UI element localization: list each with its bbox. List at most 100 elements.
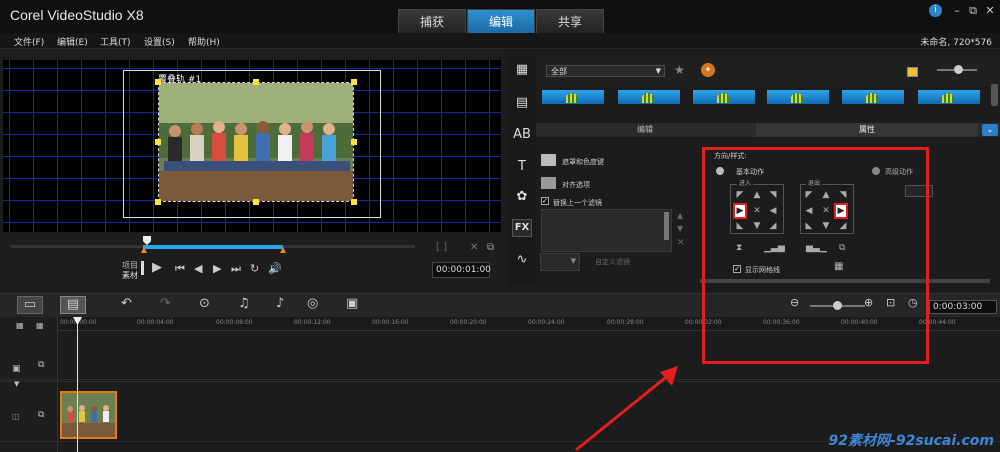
sticker-icon[interactable]: ✦ [701,63,715,77]
people-photo-image [159,83,353,201]
resize-handle[interactable] [253,199,259,205]
favorite-star-icon[interactable]: ★ [674,63,685,77]
title-icon[interactable]: T [512,159,532,177]
library-scrollbar[interactable] [991,84,998,106]
timeline-timecode[interactable]: 0:00:03:00 [929,300,997,314]
volume-icon[interactable]: 🔊 [268,262,282,275]
menu-tools[interactable]: 工具(T) [100,35,131,48]
resize-handle[interactable] [351,79,357,85]
transition-icon[interactable]: AB [512,127,532,145]
filter-thumbnail[interactable] [842,90,904,104]
expand-options-icon[interactable]: ⌄ [982,124,998,136]
view-mode-icon[interactable] [907,67,918,77]
path-icon[interactable]: ∿ [512,252,532,270]
delete-filter-icon[interactable]: ✕ [677,238,685,248]
ruler-label: 00:00:28:00 [607,319,644,326]
filter-thumbnail[interactable] [542,90,604,104]
mark-in-out-icon[interactable]: [ ] [436,242,447,253]
restore-icon[interactable]: ⧉ [966,4,980,18]
mask-chroma-label[interactable]: 遮罩和色度键 [562,157,604,167]
category-value: 全部 [551,67,567,76]
filter-thumbnail[interactable] [767,90,829,104]
track-manager-icon[interactable]: ▦ [16,321,24,330]
add-remove-chapter-icon[interactable]: ▦ [36,321,44,330]
instant-project-icon[interactable]: ▤ [512,95,532,113]
filter-thumbnail[interactable] [618,90,680,104]
repeat-icon[interactable]: ↻ [250,262,259,275]
annotation-arrow [575,366,678,452]
resize-handle[interactable] [351,199,357,205]
resize-handle[interactable] [155,199,161,205]
app-title: Corel VideoStudio X8 [10,7,144,23]
align-options-label[interactable]: 对齐选项 [562,180,590,190]
annotation-highlight-box [702,147,929,364]
filter-thumbnail[interactable] [918,90,980,104]
menu-help[interactable]: 帮助(H) [188,35,220,48]
watermark: 92素材网-92sucai.com [828,433,994,449]
media-icon[interactable]: ▦ [512,62,532,80]
timeline-view-icon[interactable]: ▤ [60,296,86,314]
menu-edit[interactable]: 编辑(E) [57,35,88,48]
motion-tracking-icon[interactable]: ◎ [307,296,318,314]
menu-file[interactable]: 文件(F) [14,35,44,48]
preview-screen[interactable]: 覆叠轨 #1 [3,60,501,232]
ruler-label: 00:00:20:00 [450,319,487,326]
undo-icon[interactable]: ↶ [121,296,132,314]
enlarge-preview-icon[interactable]: ⧉ [487,242,494,253]
play-icon[interactable]: ▶ [152,260,162,275]
cut-icon[interactable]: ✕ [470,242,478,253]
go-end-icon[interactable]: ⏭ [231,262,241,276]
app-window: Corel VideoStudio X8 捕获 编辑 共享 i – ⧉ ✕ 文件… [0,0,1000,452]
redo-icon[interactable]: ↷ [160,296,171,314]
overlay-clip[interactable] [60,391,117,439]
tab-edit[interactable]: 编辑 [467,9,535,33]
custom-filter-label[interactable]: 自定义滤镜 [595,257,630,267]
chevron-down-icon[interactable]: ▼ [14,380,19,388]
timeline-playhead[interactable] [77,317,78,452]
options-tab-attribute[interactable]: 属性 [756,123,978,137]
info-icon[interactable]: i [929,4,942,17]
auto-music-icon[interactable]: ♪ [276,296,284,314]
category-dropdown[interactable]: 全部 ▼ [546,65,665,77]
ruler-label: 00:00:16:00 [372,319,409,326]
resize-handle[interactable] [253,79,259,85]
next-frame-icon[interactable]: ▶ [213,262,221,275]
trim-range[interactable] [143,245,283,249]
applied-filter-list[interactable] [541,209,672,252]
graphic-icon[interactable]: ✿ [512,189,532,207]
ruler-label: 00:00:12:00 [294,319,331,326]
record-capture-icon[interactable]: ⊙ [199,296,210,314]
tab-share[interactable]: 共享 [536,9,604,33]
overlay-image[interactable] [158,82,354,202]
video-track-icon[interactable]: ▣ [12,364,21,374]
mode-clip[interactable]: 素材 [122,270,138,281]
go-start-icon[interactable]: ⏮ [175,262,185,276]
fx-filter-icon[interactable]: FX [512,219,532,237]
tab-capture[interactable]: 捕获 [398,9,466,33]
clip-thumbnail-image [62,393,115,437]
filter-thumbnail[interactable] [693,90,755,104]
resize-handle[interactable] [155,79,161,85]
overlay-track-icon[interactable]: ◫ [12,412,20,421]
previous-frame-icon[interactable]: ◀ [194,262,202,275]
align-options-icon[interactable] [541,177,556,189]
resize-handle[interactable] [351,139,357,145]
filter-preset-dropdown[interactable]: ▼ [540,253,580,271]
move-up-icon[interactable]: ▲ [677,211,683,220]
options-tab-edit[interactable]: 编辑 [536,123,754,137]
move-down-icon[interactable]: ▼ [677,224,683,233]
preview-timecode[interactable]: 00:00:01:00 [432,262,491,278]
storyboard-view-icon[interactable]: ▭ [17,296,43,314]
sound-mixer-icon[interactable]: ♫ [238,296,250,314]
close-icon[interactable]: ✕ [983,4,997,18]
resize-handle[interactable] [155,139,161,145]
mask-chroma-icon[interactable] [541,154,556,166]
track-link-icon[interactable]: ⧉ [38,410,44,420]
filter-list-scrollbar[interactable] [664,212,669,240]
subtitle-editor-icon[interactable]: ▣ [346,296,358,314]
minimize-icon[interactable]: – [950,4,964,18]
replace-filter-checkbox[interactable]: ✓ [541,197,549,205]
thumb-size-knob[interactable] [954,65,963,74]
track-link-icon[interactable]: ⧉ [38,360,44,370]
menu-settings[interactable]: 设置(S) [144,35,175,48]
